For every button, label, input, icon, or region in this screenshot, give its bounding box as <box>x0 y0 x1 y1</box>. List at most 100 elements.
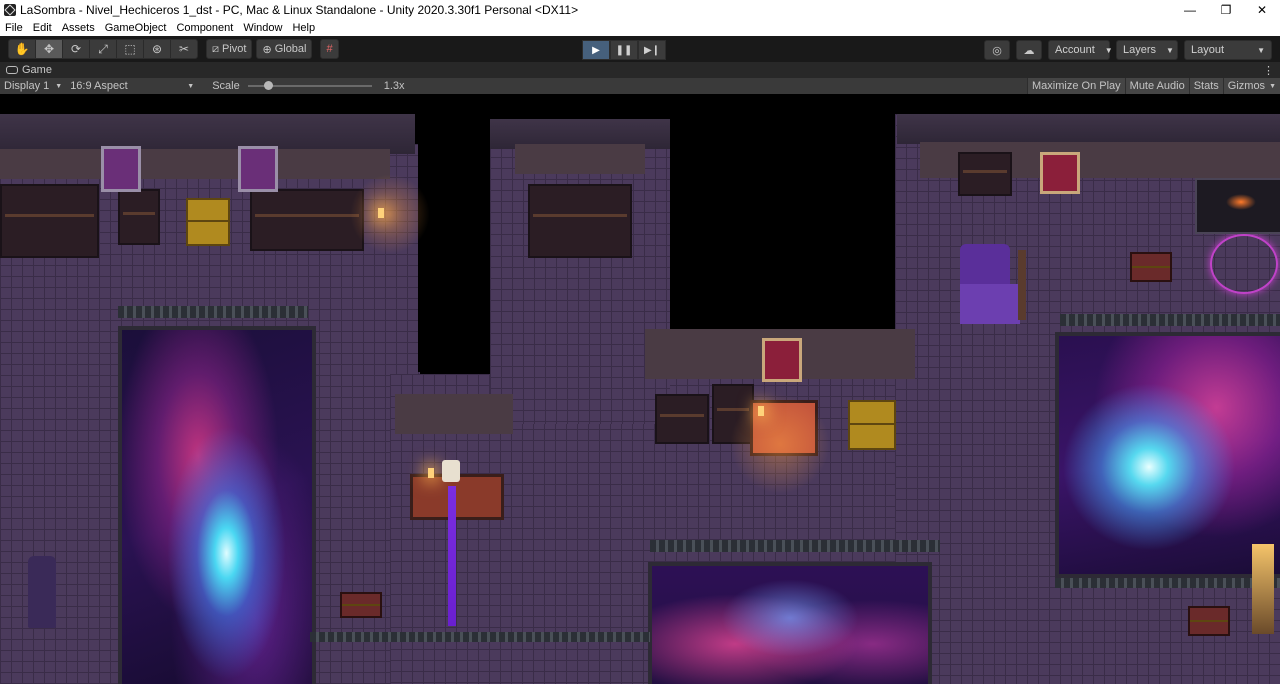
collab-icon[interactable]: ◎ <box>984 40 1010 60</box>
wall-top-right <box>897 114 1280 144</box>
bookshelf-7 <box>958 152 1012 196</box>
candle-glow-2 <box>730 394 830 494</box>
step-button[interactable]: ▶❙ <box>638 40 666 60</box>
shadow-character <box>28 556 56 628</box>
game-tab-bar: Game ⋮ <box>0 62 1280 78</box>
global-label: Global <box>274 43 307 55</box>
bookshelf-5 <box>655 394 709 444</box>
minimize-button[interactable]: — <box>1172 0 1208 20</box>
rotate-tool-icon[interactable]: ⟳ <box>63 40 90 58</box>
portal-left <box>118 326 316 684</box>
menu-help[interactable]: Help <box>287 22 320 34</box>
play-button[interactable]: ▶ <box>582 40 610 60</box>
account-label: Account <box>1055 44 1095 56</box>
wall-top-left <box>0 114 415 154</box>
hand-tool-icon[interactable]: ✋ <box>9 40 36 58</box>
aspect-label: 16:9 Aspect <box>70 80 128 92</box>
window-title-bar: LaSombra - Nivel_Hechiceros 1_dst - PC, … <box>0 0 1280 20</box>
gizmos-label: Gizmos <box>1227 80 1266 92</box>
menu-assets[interactable]: Assets <box>57 22 100 34</box>
move-tool-icon[interactable]: ✥ <box>36 40 63 58</box>
wizard-character <box>960 244 1026 324</box>
close-button[interactable]: ✕ <box>1244 0 1280 20</box>
display-dropdown[interactable]: Display 1 ▼ <box>0 80 66 92</box>
menu-gameobject[interactable]: GameObject <box>100 22 172 34</box>
scale-label: Scale <box>212 80 240 92</box>
treasure-chest-2 <box>848 400 896 450</box>
lamp-tower <box>1252 544 1274 634</box>
wall-small-room <box>395 394 513 434</box>
transform-tool-icon[interactable]: ⊛ <box>144 40 171 58</box>
layers-dropdown[interactable]: Layers ▼ <box>1116 40 1178 60</box>
main-toolbar: ✋ ✥ ⟳ ⤢ ⬚ ⊛ ✂ ⧄ Pivot ⊕ Global # ▶ ❚❚ ▶❙… <box>0 36 1280 62</box>
menu-window[interactable]: Window <box>238 22 287 34</box>
railing-bottom-portal <box>650 540 940 552</box>
scale-tool-icon[interactable]: ⤢ <box>90 40 117 58</box>
candle-2 <box>428 468 434 478</box>
grid-snap-button[interactable]: # <box>320 39 339 59</box>
wall-left-shelves <box>0 149 390 179</box>
skull-icon <box>442 460 460 482</box>
layout-label: Layout <box>1191 44 1225 56</box>
bookshelf-2 <box>118 189 160 245</box>
banner-red-right <box>1040 152 1080 194</box>
cloud-icon[interactable]: ☁ <box>1016 40 1042 60</box>
banner-red <box>762 338 802 382</box>
playback-controls: ▶ ❚❚ ▶❙ <box>582 40 666 60</box>
chevron-down-icon: ▼ <box>1166 45 1174 55</box>
scale-slider-knob[interactable] <box>263 81 273 90</box>
pause-button[interactable]: ❚❚ <box>610 40 638 60</box>
railing-left-portal <box>118 306 308 318</box>
kebab-menu-icon[interactable]: ⋮ <box>1263 64 1274 77</box>
menu-edit[interactable]: Edit <box>28 22 57 34</box>
portal-bottom <box>648 562 932 684</box>
scale-slider[interactable] <box>247 81 372 90</box>
menu-file[interactable]: File <box>0 22 28 34</box>
chevron-down-icon: ▼ <box>1269 82 1276 90</box>
pivot-icon: ⧄ <box>212 42 219 55</box>
menu-bar: File Edit Assets GameObject Component Wi… <box>0 20 1280 36</box>
railing-bottom-right <box>1055 578 1280 588</box>
maximize-on-play-toggle[interactable]: Maximize On Play <box>1027 78 1125 94</box>
game-view-canvas[interactable] <box>0 94 1280 684</box>
rect-tool-icon[interactable]: ⬚ <box>117 40 144 58</box>
portal-right <box>1055 332 1280 578</box>
fire-rune-icon <box>1226 194 1256 210</box>
void-left <box>418 114 490 372</box>
wizard-staff-icon <box>1018 250 1026 320</box>
layers-label: Layers <box>1123 44 1157 56</box>
crate-2 <box>1130 252 1172 282</box>
game-view-toggles: Maximize On Play Mute Audio Stats Gizmos… <box>1027 78 1280 94</box>
candle-1 <box>378 208 384 218</box>
void-right <box>672 114 894 306</box>
wizard-body <box>960 284 1020 324</box>
banner-purple-2 <box>238 146 278 192</box>
maximize-button[interactable]: ❐ <box>1208 0 1244 20</box>
scale-value: 1.3x <box>383 80 405 92</box>
railing-right-portal <box>1060 314 1280 326</box>
tab-game[interactable]: Game <box>0 62 58 78</box>
global-toggle[interactable]: ⊕ Global <box>256 39 313 59</box>
globe-icon: ⊕ <box>262 43 272 56</box>
scale-control: Scale 1.3x <box>212 80 404 92</box>
candle-3 <box>758 406 764 416</box>
bookshelf-4 <box>528 184 632 258</box>
pivot-toggle[interactable]: ⧄ Pivot <box>206 39 253 59</box>
gamepad-icon <box>6 66 18 74</box>
aspect-dropdown[interactable]: 16:9 Aspect ▼ <box>66 80 198 92</box>
railing-bottom-left <box>310 632 650 642</box>
tab-game-label: Game <box>22 64 52 76</box>
bookshelf-1 <box>0 184 99 258</box>
crate-3 <box>1188 606 1230 636</box>
stats-toggle[interactable]: Stats <box>1188 78 1223 94</box>
menu-component[interactable]: Component <box>171 22 238 34</box>
unity-logo-icon <box>4 4 16 16</box>
chevron-down-icon: ▼ <box>1104 45 1113 55</box>
custom-tool-icon[interactable]: ✂ <box>171 40 197 58</box>
layout-dropdown[interactable]: Layout ▼ <box>1184 40 1272 60</box>
gizmos-toggle[interactable]: Gizmos ▼ <box>1222 78 1280 94</box>
account-dropdown[interactable]: Account ▼ <box>1048 40 1113 60</box>
grid-snap-icon: # <box>326 43 333 55</box>
mute-audio-toggle[interactable]: Mute Audio <box>1124 78 1189 94</box>
wall-mid-shelves <box>515 144 645 174</box>
